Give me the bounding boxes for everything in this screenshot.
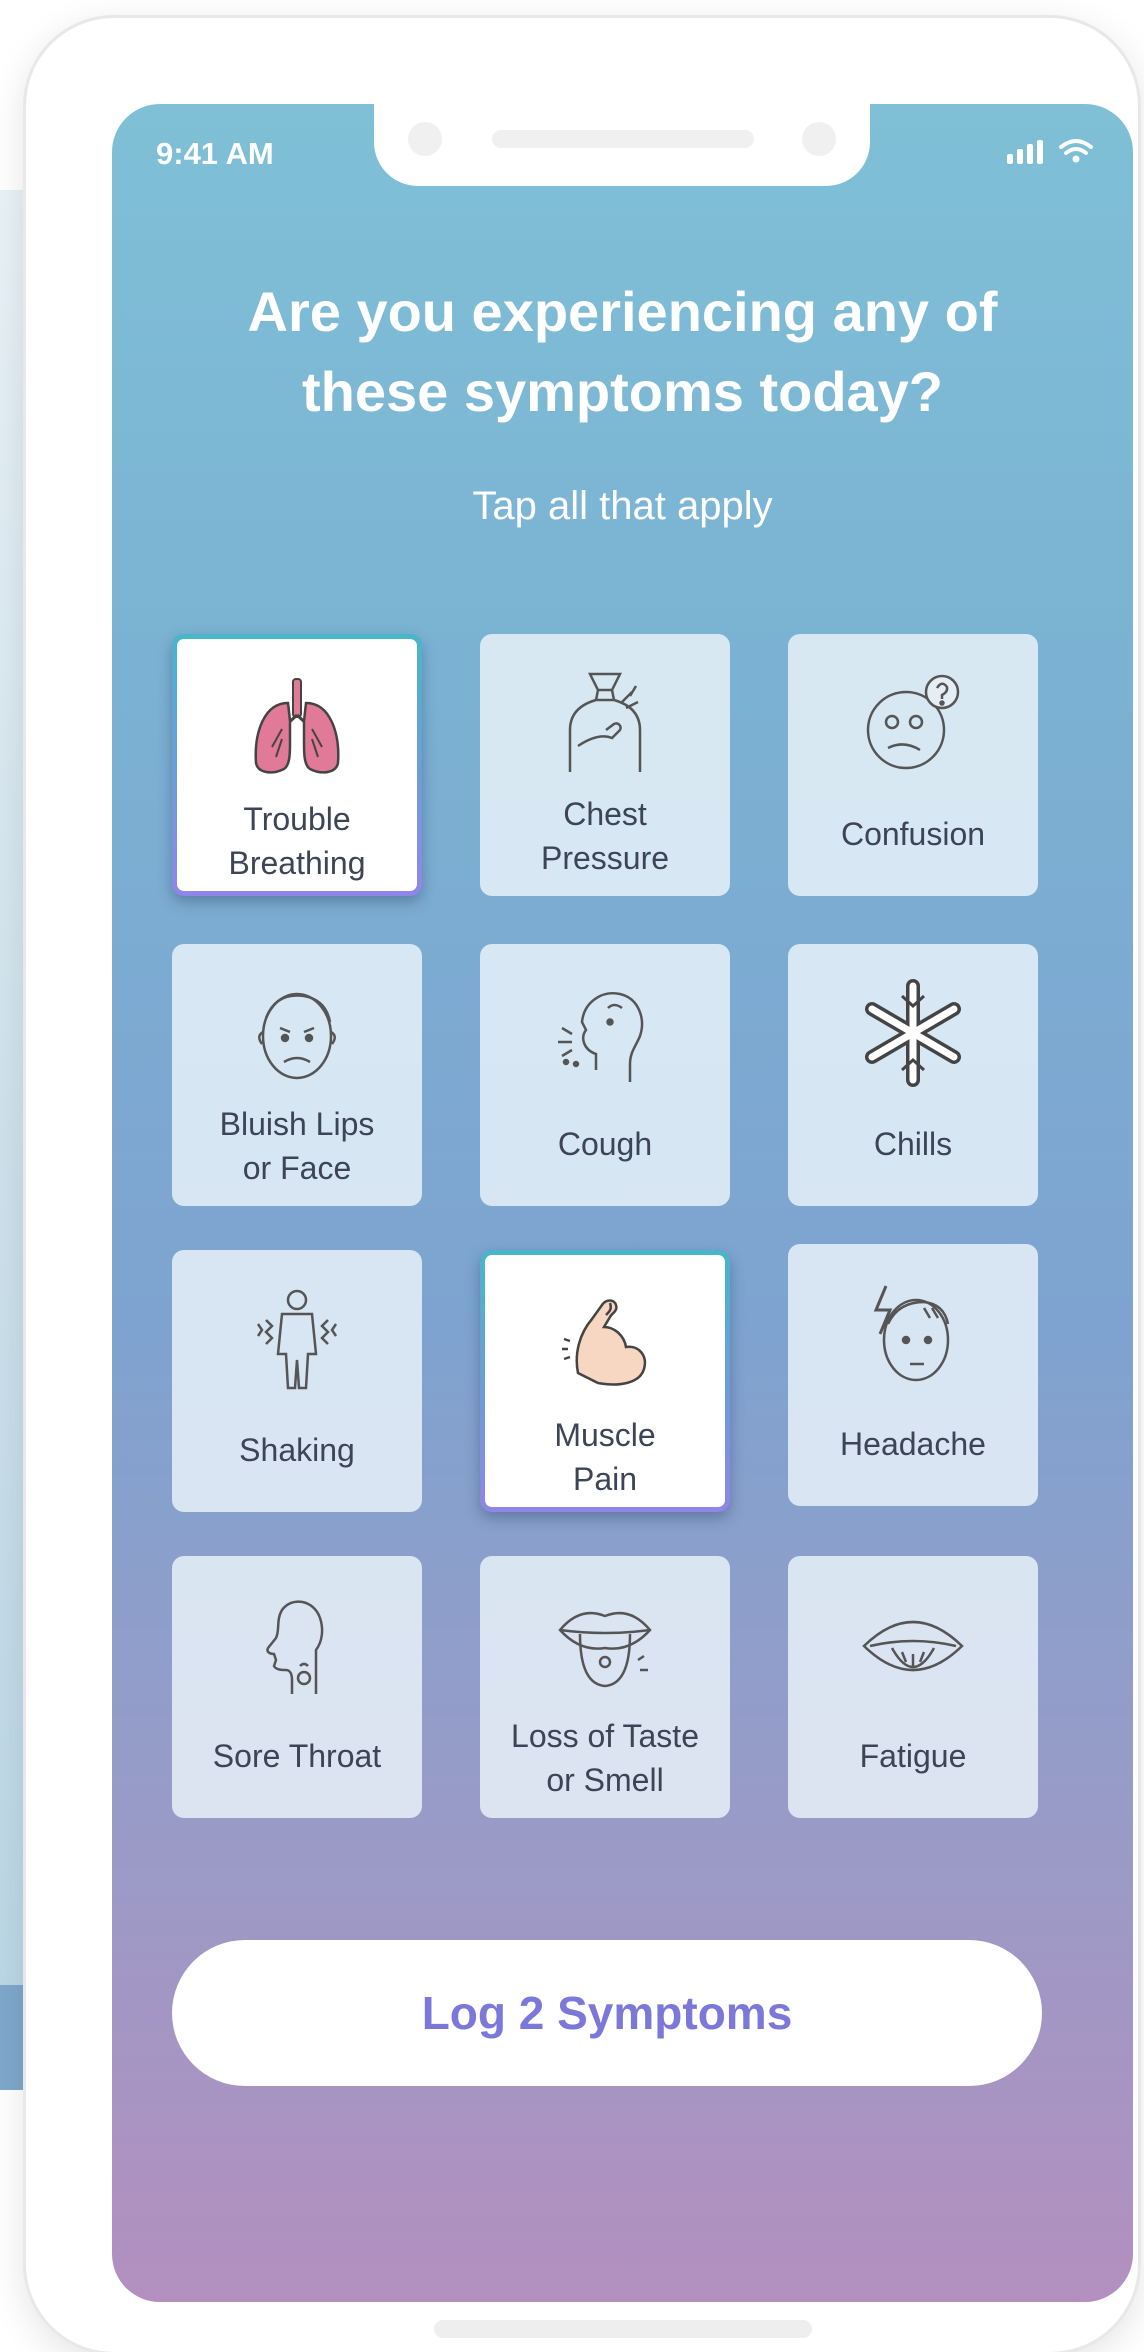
flexed-arm-icon: [562, 1299, 647, 1386]
confused-face-icon: [866, 674, 960, 770]
symptom-card-confusion[interactable]: Confusion: [788, 634, 1038, 896]
symptom-label: Chills: [873, 1126, 953, 1162]
symptom-card-sore-throat[interactable]: Sore Throat: [172, 1556, 422, 1818]
phone-notch: [374, 104, 870, 186]
home-indicator: [434, 2320, 812, 2338]
chest-pressure-icon: [568, 672, 642, 772]
tired-eye-icon: [862, 1620, 964, 1672]
sad-face-icon: [258, 992, 336, 1080]
symptom-card-cough[interactable]: Cough: [480, 944, 730, 1206]
headache-icon: [873, 1285, 950, 1382]
symptom-label: Confusion: [840, 816, 986, 852]
cough-icon: [558, 991, 644, 1082]
signal-bars-icon: [1007, 140, 1043, 164]
symptom-card-muscle-pain[interactable]: Muscle Pain: [480, 1250, 730, 1512]
symptom-label: Headache: [840, 1426, 986, 1462]
symptom-label: Loss of Taste or Smell: [511, 1718, 699, 1798]
symptom-label: Chest Pressure: [540, 796, 670, 876]
status-time: 9:41 AM: [156, 136, 274, 171]
wifi-icon: [1059, 139, 1093, 163]
symptom-label: Sore Throat: [212, 1738, 382, 1774]
snowflake-icon: [865, 979, 961, 1087]
symptom-label: Muscle Pain: [554, 1417, 656, 1497]
title-line-2: these symptoms today?: [301, 360, 944, 423]
symptom-label: Cough: [557, 1126, 653, 1162]
earpiece-speaker: [492, 130, 754, 148]
symptom-card-chest-pressure[interactable]: Chest Pressure: [480, 634, 730, 896]
symptom-grid: Trouble Breathing Chest Pressure Confusi…: [172, 634, 1072, 1834]
symptom-label: Fatigue: [859, 1738, 967, 1774]
title-line-1: Are you experiencing any of: [247, 280, 998, 343]
symptom-card-bluish-lips[interactable]: Bluish Lips or Face: [172, 944, 422, 1206]
sore-throat-icon: [266, 1600, 324, 1694]
symptom-card-trouble-breathing[interactable]: Trouble Breathing: [172, 634, 422, 896]
shaking-person-icon: [256, 1289, 338, 1390]
front-camera: [408, 122, 442, 156]
symptom-card-loss-of-taste[interactable]: Loss of Taste or Smell: [480, 1556, 730, 1818]
symptom-card-fatigue[interactable]: Fatigue: [788, 1556, 1038, 1818]
status-icons: [1007, 138, 1093, 164]
lungs-icon: [254, 678, 340, 774]
tongue-icon: [558, 1611, 652, 1688]
symptom-label: Shaking: [239, 1432, 355, 1468]
symptom-card-shaking[interactable]: Shaking: [172, 1250, 422, 1512]
symptom-card-chills[interactable]: Chills: [788, 944, 1038, 1206]
page-title: Are you experiencing any of these sympto…: [112, 272, 1133, 432]
page-subtitle: Tap all that apply: [472, 484, 773, 528]
phone-frame: 9:41 AM Are you experiencing any of thes…: [26, 18, 1138, 2352]
log-symptoms-button[interactable]: Log 2 Symptoms: [172, 1940, 1042, 2086]
symptom-card-headache[interactable]: Headache: [788, 1244, 1038, 1506]
app-screen: 9:41 AM Are you experiencing any of thes…: [112, 104, 1133, 2302]
symptom-label: Bluish Lips or Face: [219, 1106, 375, 1186]
symptom-label: Trouble Breathing: [228, 801, 366, 881]
front-sensor: [802, 122, 836, 156]
